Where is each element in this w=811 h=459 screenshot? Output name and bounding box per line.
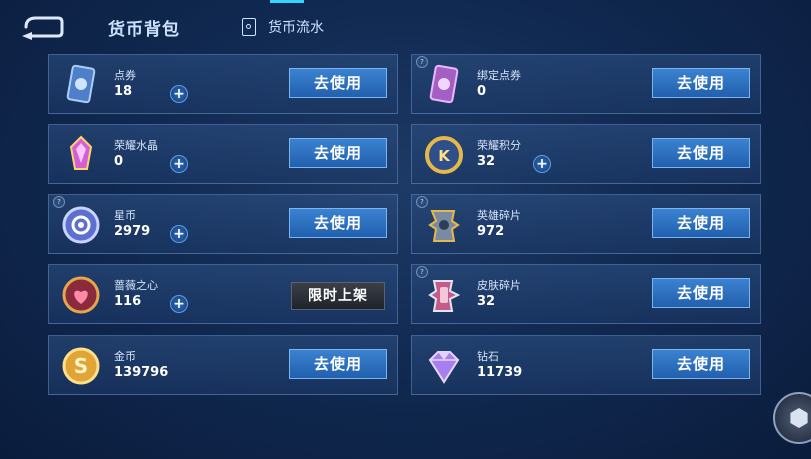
currency-flow-label: 货币流水 xyxy=(268,20,324,36)
glory-crystal-icon xyxy=(59,133,103,177)
use-skin-fragment-button[interactable]: 去使用 xyxy=(652,278,750,308)
svg-text:K: K xyxy=(438,147,451,165)
gold-coin-icon: S xyxy=(59,344,103,388)
top-accent-bar xyxy=(270,0,304,3)
currency-amount: 139796 xyxy=(114,365,169,380)
back-button[interactable] xyxy=(20,14,66,40)
use-coupon-button[interactable]: 去使用 xyxy=(289,68,387,98)
currency-card-hero-fragment: ? 英雄碎片 972 去使用 xyxy=(411,194,761,254)
currency-name: 荣耀水晶 xyxy=(114,139,158,152)
ledger-icon xyxy=(242,18,256,36)
use-star-coin-button[interactable]: 去使用 xyxy=(289,208,387,238)
currency-card-coupon: 点券 18 + 去使用 xyxy=(48,54,398,114)
currency-card-bound-coupon: ? 绑定点券 0 去使用 xyxy=(411,54,761,114)
currency-amount: 0 xyxy=(114,154,124,169)
currency-card-glory-points: K 荣耀积分 32 + 去使用 xyxy=(411,124,761,184)
currency-card-rose-heart: 蔷薇之心 116 + 限时上架 xyxy=(48,264,398,324)
currency-name: 金币 xyxy=(114,350,136,363)
currency-name: 荣耀积分 xyxy=(477,139,521,152)
currency-card-star-coin: ? 星币 2979 + 去使用 xyxy=(48,194,398,254)
rose-heart-icon xyxy=(59,273,103,317)
add-glory-points-button[interactable]: + xyxy=(533,155,551,173)
star-coin-icon xyxy=(59,203,103,247)
add-glory-crystal-button[interactable]: + xyxy=(170,155,188,173)
use-hero-fragment-button[interactable]: 去使用 xyxy=(652,208,750,238)
use-bound-coupon-button[interactable]: 去使用 xyxy=(652,68,750,98)
diamond-icon xyxy=(422,344,466,388)
currency-name: 点券 xyxy=(114,69,136,82)
currency-amount: 32 xyxy=(477,294,496,309)
add-coupon-button[interactable]: + xyxy=(170,85,188,103)
currency-card-gold-coin: S 金币 139796 去使用 xyxy=(48,335,398,395)
currency-name: 钻石 xyxy=(477,350,499,363)
use-diamond-button[interactable]: 去使用 xyxy=(652,349,750,379)
currency-name: 星币 xyxy=(114,209,136,222)
currency-name: 蔷薇之心 xyxy=(114,279,158,292)
use-gold-coin-button[interactable]: 去使用 xyxy=(289,349,387,379)
add-rose-heart-button[interactable]: + xyxy=(170,295,188,313)
back-arrow-icon xyxy=(22,16,64,40)
glory-points-icon: K xyxy=(422,133,466,177)
currency-amount: 0 xyxy=(477,84,487,99)
currency-name: 英雄碎片 xyxy=(477,209,521,222)
use-glory-crystal-button[interactable]: 去使用 xyxy=(289,138,387,168)
currency-name: 绑定点券 xyxy=(477,69,521,82)
currency-amount: 11739 xyxy=(477,365,523,380)
currency-card-skin-fragment: ? 皮肤碎片 32 去使用 xyxy=(411,264,761,324)
currency-card-diamond: 钻石 11739 去使用 xyxy=(411,335,761,395)
currency-amount: 18 xyxy=(114,84,133,99)
currency-flow-link[interactable]: 货币流水 xyxy=(242,17,324,37)
svg-text:S: S xyxy=(74,354,88,378)
add-star-coin-button[interactable]: + xyxy=(170,225,188,243)
currency-amount: 972 xyxy=(477,224,505,239)
coupon-card-icon xyxy=(59,63,103,107)
currency-amount: 32 xyxy=(477,154,496,169)
use-glory-points-button[interactable]: 去使用 xyxy=(652,138,750,168)
currency-card-glory-crystal: 荣耀水晶 0 + 去使用 xyxy=(48,124,398,184)
currency-name: 皮肤碎片 xyxy=(477,279,521,292)
hero-fragment-icon xyxy=(422,203,466,247)
currency-amount: 116 xyxy=(114,294,142,309)
limited-time-button: 限时上架 xyxy=(291,282,385,310)
currency-amount: 2979 xyxy=(114,224,151,239)
page-title: 货币背包 xyxy=(108,20,180,40)
bound-coupon-card-icon xyxy=(422,63,466,107)
floating-menu-button[interactable] xyxy=(773,392,811,444)
skin-fragment-icon xyxy=(422,273,466,317)
